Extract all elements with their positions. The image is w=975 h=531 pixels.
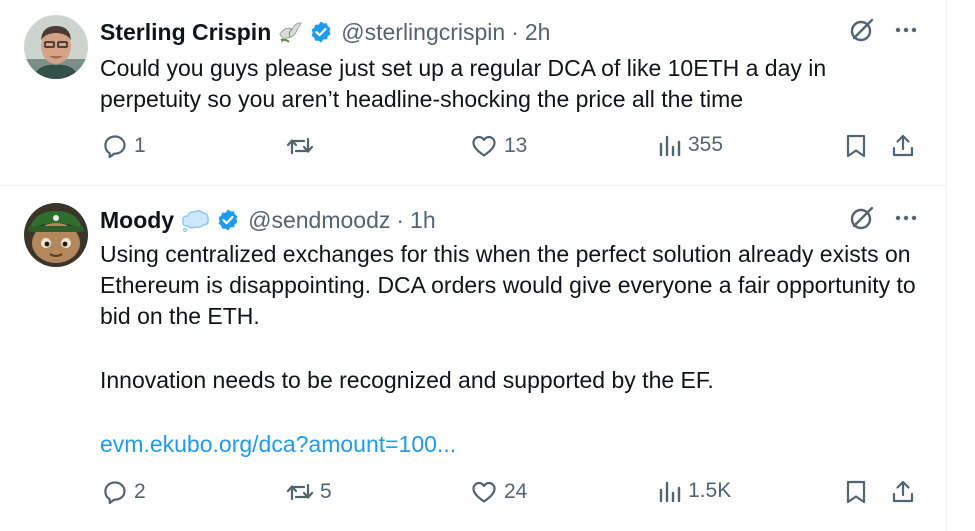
like-count: 24 xyxy=(504,480,528,503)
reply-button[interactable]: 1 xyxy=(102,133,146,159)
tweet-paragraph: Could you guys please just set up a regu… xyxy=(100,55,827,112)
reply-button[interactable]: 2 xyxy=(102,479,146,505)
more-options-icon[interactable] xyxy=(894,18,918,47)
tweet-top-actions xyxy=(848,17,918,47)
separator-dot: · xyxy=(396,206,405,233)
tweet-paragraph: Innovation needs to be recognized and su… xyxy=(100,367,714,393)
reply-icon xyxy=(102,133,128,159)
tweet[interactable]: Sterling Crispin @sterlingcrispin · 2h C… xyxy=(0,0,946,186)
bookmark-button[interactable] xyxy=(844,479,868,505)
display-name[interactable]: Moody xyxy=(100,207,174,234)
verified-badge-icon[interactable] xyxy=(216,208,240,232)
view-count: 355 xyxy=(688,133,724,156)
tweet-text: Could you guys please just set up a regu… xyxy=(100,53,920,115)
analytics-icon xyxy=(658,479,682,503)
like-button[interactable]: 24 xyxy=(470,479,527,505)
bookmark-button[interactable] xyxy=(844,133,868,159)
timeline: Sterling Crispin @sterlingcrispin · 2h C… xyxy=(0,0,975,531)
reply-count: 1 xyxy=(134,134,146,157)
grok-icon[interactable] xyxy=(848,16,876,49)
tweet-top-actions xyxy=(848,205,918,235)
heart-icon xyxy=(470,479,498,505)
reply-count: 2 xyxy=(134,480,146,503)
more-options-icon[interactable] xyxy=(894,206,918,235)
tweet-text: Using centralized exchanges for this whe… xyxy=(100,239,920,460)
view-count: 1.5K xyxy=(688,479,732,502)
dove-icon xyxy=(277,20,303,44)
bookmark-icon xyxy=(844,133,868,159)
tweet-action-bar: 1 13 355 xyxy=(100,133,920,163)
tweet-header: Sterling Crispin @sterlingcrispin · 2h xyxy=(100,17,550,47)
grok-icon[interactable] xyxy=(848,204,876,237)
avatar[interactable] xyxy=(24,15,88,79)
timestamp[interactable]: 2h xyxy=(525,19,551,46)
column-border xyxy=(946,0,947,531)
views-button[interactable]: 355 xyxy=(658,133,723,157)
like-button[interactable]: 13 xyxy=(470,133,527,159)
share-button[interactable] xyxy=(890,479,916,505)
tweet[interactable]: Moody @sendmoodz · 1h Using centralized … xyxy=(0,186,946,531)
views-button[interactable]: 1.5K xyxy=(658,479,731,503)
tweet-action-bar: 2 5 24 1.5K xyxy=(100,479,920,509)
like-count: 13 xyxy=(504,134,528,157)
repost-icon xyxy=(286,479,314,505)
tweet-header: Moody @sendmoodz · 1h xyxy=(100,205,436,235)
reply-icon xyxy=(102,479,128,505)
repost-button[interactable]: 5 xyxy=(286,479,332,505)
verified-badge-icon[interactable] xyxy=(309,20,333,44)
user-handle[interactable]: @sendmoodz xyxy=(248,207,390,234)
tweet-paragraph: Using centralized exchanges for this whe… xyxy=(100,241,916,329)
user-handle[interactable]: @sterlingcrispin xyxy=(341,19,505,46)
share-icon xyxy=(890,479,916,505)
repost-button[interactable] xyxy=(286,133,320,159)
repost-icon xyxy=(286,133,314,159)
thought-bubble-icon xyxy=(180,208,210,232)
heart-icon xyxy=(470,133,498,159)
share-button[interactable] xyxy=(890,133,916,159)
tweet-link[interactable]: evm.ekubo.org/dca?amount=100... xyxy=(100,431,456,457)
timestamp[interactable]: 1h xyxy=(410,207,436,234)
repost-count: 5 xyxy=(320,480,332,503)
display-name[interactable]: Sterling Crispin xyxy=(100,19,271,46)
share-icon xyxy=(890,133,916,159)
analytics-icon xyxy=(658,133,682,157)
bookmark-icon xyxy=(844,479,868,505)
avatar[interactable] xyxy=(24,203,88,267)
separator-dot: · xyxy=(511,18,519,45)
